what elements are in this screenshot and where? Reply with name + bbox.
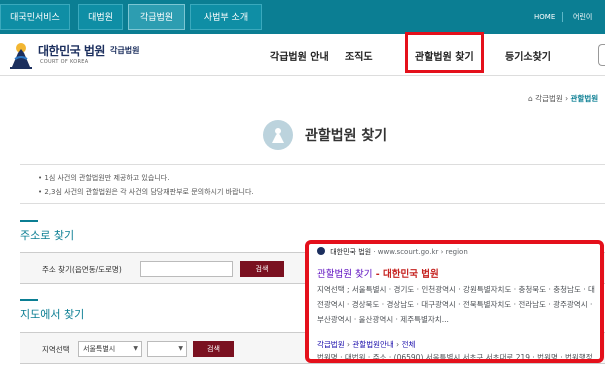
breadcrumb: ⌂ 각급법원 › 관할법원 [528, 93, 598, 104]
top-utility-bar: 대국민서비스 대법원 각급법원 사법부 소개 HOME 어린이 [0, 0, 605, 34]
result-sitelink[interactable]: 각급법원 › 관할법원안내 › 전체 [317, 339, 415, 350]
breadcrumb-parent[interactable]: 각급법원 [535, 94, 563, 103]
region-search-button[interactable]: 검색 [193, 341, 234, 357]
address-search-input[interactable] [140, 261, 233, 277]
result-headline[interactable]: 관할법원 찾기 - 대한민국 법원 [317, 266, 439, 280]
page: 대국민서비스 대법원 각급법원 사법부 소개 HOME 어린이 대한민국 법원 … [0, 0, 605, 366]
chevron-down-icon: ▼ [133, 345, 138, 352]
kids-link[interactable]: 어린이 [573, 0, 592, 34]
section-accent-bar [20, 220, 38, 222]
jurisdiction-icon [263, 120, 293, 150]
tab-public-service[interactable]: 대국민서비스 [0, 4, 70, 30]
result-site-line: 대한민국 법원 · www.scourt.go.kr › region [317, 247, 468, 257]
menu-highlight-box [405, 32, 484, 73]
section-accent-bar [20, 299, 38, 301]
menu-court-guide[interactable]: 각급법원 안내 [270, 48, 329, 63]
page-title: 관할법원 찾기 [305, 128, 388, 144]
subregion-select[interactable]: ▼ [147, 341, 187, 357]
region-select[interactable]: 서울특별시 ▼ [78, 341, 142, 357]
tab-judiciary-intro[interactable]: 사법부 소개 [190, 4, 262, 30]
side-panel-tab[interactable] [598, 44, 605, 66]
tab-supreme-court[interactable]: 대법원 [78, 4, 123, 30]
breadcrumb-current[interactable]: 관할법원 [571, 94, 599, 103]
notice-item: • 2,3심 사건의 관할법원은 각 사건의 담당재판부로 문의하시기 바랍니다… [38, 188, 254, 196]
site-header: 대한민국 법원 각급법원 COURT OF KOREA 각급법원 안내 조직도 … [0, 34, 605, 76]
home-link[interactable]: HOME [534, 0, 555, 34]
logo-english: COURT OF KOREA [40, 59, 89, 65]
section-title-address: 주소로 찾기 [20, 229, 75, 242]
logo-subtitle: 각급법원 [110, 46, 140, 55]
notice-box: • 1심 사건의 관할법원만 제공하고 있습니다. • 2,3심 사건의 관할법… [20, 164, 605, 204]
result-detail-line: 법원명 · 대법원 · 주소 · (06590) 서울특별시 서초구 서초대로 … [317, 353, 593, 362]
chevron-down-icon: ▼ [178, 345, 183, 352]
address-search-button[interactable]: 검색 [240, 261, 284, 277]
region-field-label: 지역선택 [42, 345, 70, 354]
result-snippet: 지역선택 ; 서울특별시 · 경기도 · 인천광역시 · 강원특별자치도 · 충… [317, 285, 595, 324]
tab-courts[interactable]: 각급법원 [128, 4, 185, 30]
menu-find-registry[interactable]: 등기소찾기 [505, 48, 551, 63]
result-url[interactable]: · www.scourt.go.kr › region [373, 248, 467, 256]
notice-item: • 1심 사건의 관할법원만 제공하고 있습니다. [38, 174, 170, 182]
divider [562, 12, 563, 22]
section-title-map: 지도에서 찾기 [20, 308, 85, 321]
menu-org-chart[interactable]: 조직도 [345, 48, 373, 63]
address-field-label: 주소 찾기(읍면동/도로명) [42, 265, 122, 274]
court-emblem-icon [10, 43, 32, 69]
home-icon[interactable]: ⌂ [528, 94, 533, 103]
result-site-name: 대한민국 법원 [330, 248, 372, 256]
site-favicon-icon [317, 247, 325, 255]
logo-title[interactable]: 대한민국 법원 [38, 42, 105, 59]
search-result-card: 대한민국 법원 · www.scourt.go.kr › region 관할법원… [305, 240, 604, 363]
